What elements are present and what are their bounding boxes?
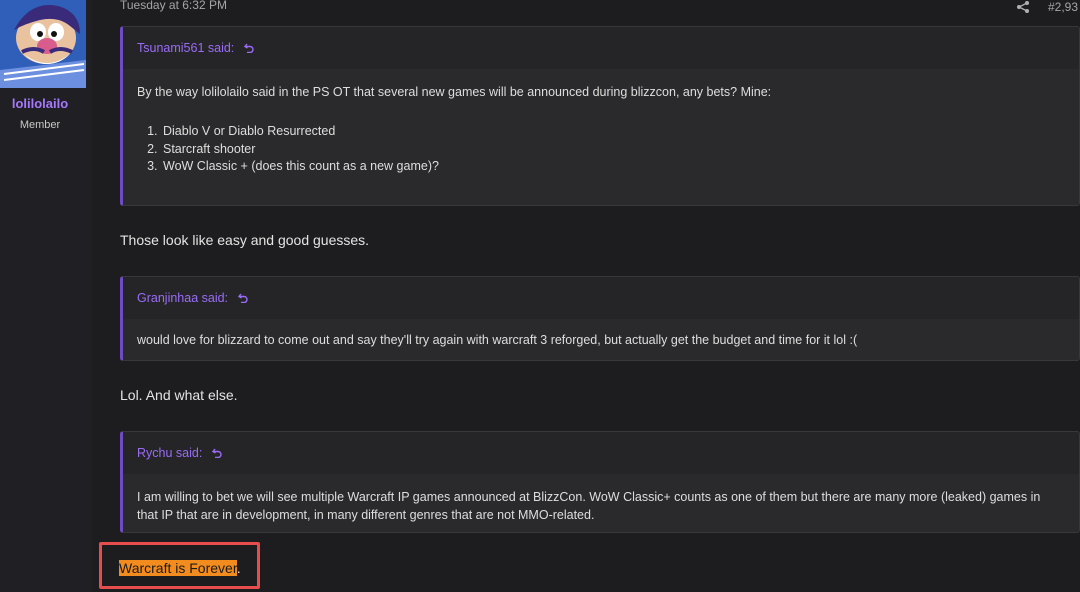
username[interactable]: lolilolailo [0, 96, 80, 111]
quote-text: By the way lolilolailo said in the PS OT… [137, 85, 772, 99]
quote-header[interactable]: Tsunami561 said: [123, 27, 1079, 69]
reply-text: Lol. And what else. [120, 387, 238, 403]
quote-author[interactable]: Granjinhaa said: [137, 291, 228, 305]
post-date[interactable]: Tuesday at 6:32 PM [120, 0, 227, 12]
quote-text: would love for blizzard to come out and … [137, 333, 858, 347]
quote-content: would love for blizzard to come out and … [123, 319, 1079, 360]
list-item: WoW Classic + (does this count as a new … [161, 158, 1063, 176]
guess-list: Diablo V or Diablo Resurrected Starcraft… [161, 123, 1063, 176]
quote-content: I am willing to bet we will see multiple… [123, 474, 1079, 532]
jump-to-quote-icon[interactable] [211, 447, 223, 458]
quote-header[interactable]: Rychu said: [123, 432, 1079, 474]
quote-block: Tsunami561 said: By the way lolilolailo … [120, 26, 1080, 206]
jump-to-quote-icon[interactable] [243, 42, 255, 53]
quote-block: Rychu said: I am willing to bet we will … [120, 431, 1080, 533]
list-item: Diablo V or Diablo Resurrected [161, 123, 1063, 141]
quote-header[interactable]: Granjinhaa said: [123, 277, 1079, 319]
quote-author[interactable]: Tsunami561 said: [137, 41, 234, 55]
final-reply-punctuation: . [236, 560, 241, 576]
user-sidebar: lolilolailo Member [0, 0, 92, 592]
share-icon[interactable] [1016, 0, 1030, 14]
final-reply: Warcraft is Forever. [119, 560, 241, 576]
forum-post: lolilolailo Member Tuesday at 6:32 PM #2… [0, 0, 1080, 592]
cartoon-character-avatar-icon [0, 0, 86, 88]
quote-block: Granjinhaa said: would love for blizzard… [120, 276, 1080, 361]
post-number[interactable]: #2,93 [1048, 0, 1078, 14]
quote-text: I am willing to bet we will see multiple… [137, 490, 1041, 522]
user-title: Member [19, 119, 61, 131]
avatar[interactable] [0, 0, 86, 88]
list-item: Starcraft shooter [161, 141, 1063, 159]
post-content: Tuesday at 6:32 PM #2,93 Tsunami561 said… [99, 0, 1080, 592]
jump-to-quote-icon[interactable] [237, 292, 249, 303]
reply-text: Those look like easy and good guesses. [120, 232, 370, 248]
highlighted-text[interactable]: Warcraft is Forever [119, 560, 237, 576]
quote-content: By the way lolilolailo said in the PS OT… [123, 69, 1079, 205]
quote-author[interactable]: Rychu said: [137, 446, 202, 460]
